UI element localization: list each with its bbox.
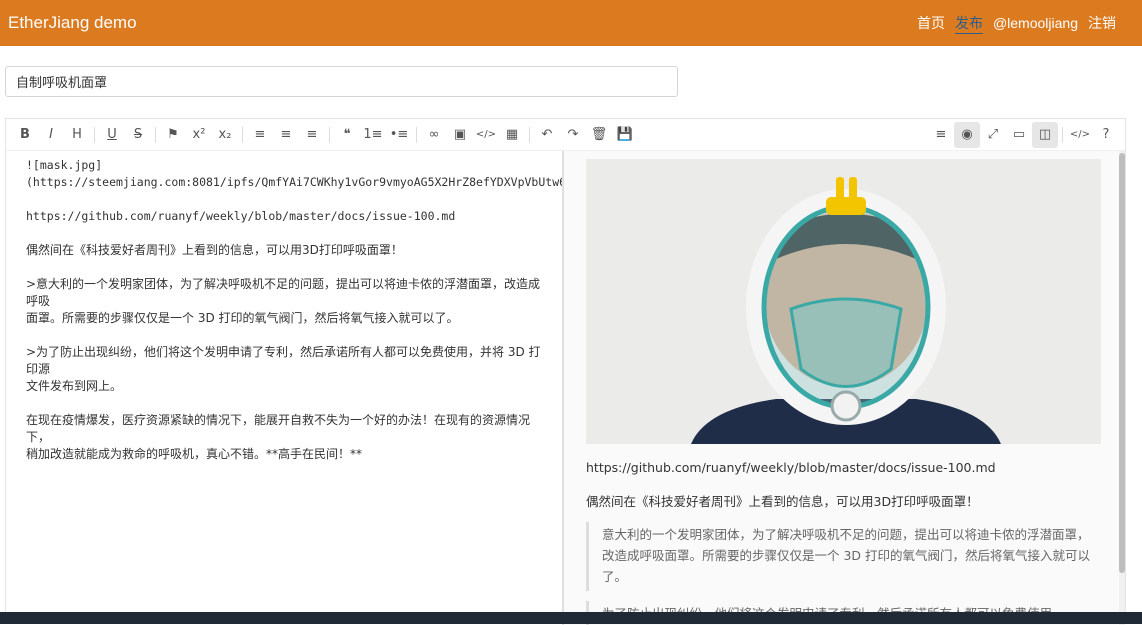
markdown-line: 面罩。所需要的步骤仅仅是一个 3D 打印的氧气阀门，然后将氧气接入就可以了。 (26, 311, 459, 325)
preview-link-text[interactable]: https://github.com/ruanyf/weekly/blob/ma… (586, 460, 1104, 475)
markdown-line: https://github.com/ruanyf/weekly/blob/ma… (26, 209, 456, 223)
fullscreen-icon[interactable]: ⤢ (980, 122, 1006, 148)
toolbar-separator (1062, 126, 1063, 143)
preview-pane: https://github.com/ruanyf/weekly/blob/ma… (564, 151, 1124, 625)
window-icon[interactable]: ▭ (1006, 122, 1032, 148)
toolbar-separator (529, 126, 530, 143)
preview-paragraph: 偶然间在《科技爱好者周刊》上看到的信息，可以用3D打印呼吸面罩！ (586, 494, 979, 509)
preview-scroll-thumb[interactable] (1119, 153, 1125, 573)
editor-toolbar: B I H U S ⚑ x² x₂ ≡ ≡ ≡ ❝ 1≡ •≡ ∞ ▣ </> ▦ ↶ ↷ 🗑 💾 ≡ ◉ ⤢ ▭ ◫ </>? (6, 119, 1125, 151)
markdown-line (26, 259, 542, 276)
toolbar-left-group: B I H U S ⚑ x² x₂ ≡ ≡ ≡ ❝ 1≡ •≡ ∞ ▣ </> ▦ ↶ ↷ 🗑 💾 (12, 122, 638, 148)
os-taskbar (0, 612, 1142, 624)
undo-icon[interactable]: ↶ (534, 122, 560, 148)
title-input[interactable] (5, 66, 678, 97)
top-navbar: EtherJiang demo 首页 发布 @lemooljiang 注销 (0, 0, 1142, 46)
help-icon[interactable]: ? (1093, 122, 1119, 148)
toolbar-separator (329, 126, 330, 143)
markdown-line: >意大利的一个发明家团体，为了解决呼吸机不足的问题，提出可以将迪卡侬的浮潜面罩，… (26, 277, 541, 308)
navigation-icon[interactable]: ≡ (928, 122, 954, 148)
subscript-icon[interactable]: x₂ (212, 122, 238, 148)
markdown-line: (https://steemjiang.com:8081/ipfs/QmfYAi… (26, 175, 562, 189)
nav-publish-link[interactable]: 发布 (954, 13, 983, 34)
preview-blockquote-1: 意大利的一个发明家团体，为了解决呼吸机不足的问题，提出可以将迪卡侬的浮潜面罩，改… (586, 522, 1104, 591)
markdown-line (26, 327, 542, 344)
align-right-icon[interactable]: ≡ (299, 122, 325, 148)
toolbar-right-group: ≡ ◉ ⤢ ▭ ◫ </>? (928, 121, 1119, 148)
ordered-list-icon[interactable]: 1≡ (360, 122, 386, 148)
unordered-list-icon[interactable]: •≡ (386, 122, 412, 148)
align-center-icon[interactable]: ≡ (273, 122, 299, 148)
italic-icon[interactable]: I (38, 122, 64, 148)
bookmark-icon[interactable]: ⚑ (160, 122, 186, 148)
save-icon[interactable]: 💾 (612, 122, 638, 148)
markdown-line (26, 225, 542, 242)
quote-icon[interactable]: ❝ (334, 122, 360, 148)
preview-toggle-icon[interactable]: ◉ (954, 121, 980, 148)
underline-icon[interactable]: U (99, 122, 125, 148)
markdown-line: 在现在疫情爆发，医疗资源紧缺的情况下，能展开自救不失为一个好的办法！在现有的资源… (26, 413, 531, 444)
nav-logout-link[interactable]: 注销 (1088, 13, 1116, 33)
toolbar-separator (94, 126, 95, 143)
markdown-line (26, 191, 542, 208)
markdown-line: 稍加改造就能成为救命的呼吸机，真心不错。**高手在民间！** (26, 447, 363, 461)
markdown-editor: B I H U S ⚑ x² x₂ ≡ ≡ ≡ ❝ 1≡ •≡ ∞ ▣ </> ▦ ↶ ↷ 🗑 💾 ≡ ◉ ⤢ ▭ ◫ </>? !… (5, 118, 1126, 625)
nav-user-link[interactable]: @lemooljiang (993, 15, 1078, 31)
html-code-icon[interactable]: </> (1067, 122, 1093, 148)
link-icon[interactable]: ∞ (421, 122, 447, 148)
nav-home-link[interactable]: 首页 (917, 13, 945, 33)
toolbar-separator (242, 126, 243, 143)
toolbar-separator (155, 126, 156, 143)
trash-icon[interactable]: 🗑 (586, 122, 612, 148)
superscript-icon[interactable]: x² (186, 122, 212, 148)
strikethrough-icon[interactable]: S (125, 122, 151, 148)
table-icon[interactable]: ▦ (499, 122, 525, 148)
brand-logo[interactable]: EtherJiang demo (8, 13, 137, 33)
markdown-line: ![mask.jpg] (26, 158, 103, 172)
markdown-line (26, 395, 542, 412)
mask-image (586, 159, 1101, 444)
redo-icon[interactable]: ↷ (560, 122, 586, 148)
markdown-line: >为了防止出现纠纷，他们将这个发明申请了专利，然后承诺所有人都可以免费使用，并将… (26, 345, 541, 376)
split-view-icon[interactable]: ◫ (1032, 121, 1058, 148)
image-icon[interactable]: ▣ (447, 122, 473, 148)
markdown-source-pane[interactable]: ![mask.jpg] (https://steemjiang.com:8081/… (6, 151, 562, 625)
align-left-icon[interactable]: ≡ (247, 122, 273, 148)
code-icon[interactable]: </> (473, 122, 499, 148)
nav-links: 首页 发布 @lemooljiang 注销 (907, 13, 1134, 34)
markdown-line: 偶然间在《科技爱好者周刊》上看到的信息，可以用3D打印呼吸面罩！ (26, 243, 403, 257)
toolbar-separator (416, 126, 417, 143)
bold-icon[interactable]: B (12, 122, 38, 148)
markdown-line: 文件发布到网上。 (26, 379, 123, 393)
heading-icon[interactable]: H (64, 122, 90, 148)
